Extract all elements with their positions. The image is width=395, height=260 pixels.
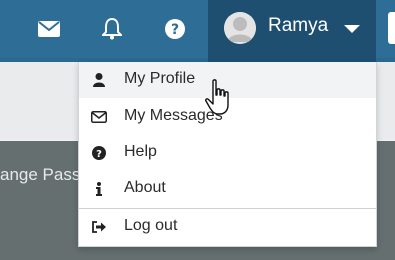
hand-pointer-cursor-icon — [205, 79, 233, 117]
user-icon — [91, 72, 107, 88]
menu-item-help[interactable]: ? Help — [79, 135, 376, 171]
envelope-outline-icon — [91, 109, 107, 125]
menu-item-label: My Profile — [124, 70, 196, 87]
menu-item-log-out[interactable]: Log out — [79, 209, 376, 245]
menu-item-label: About — [124, 179, 166, 196]
menu-item-about[interactable]: About — [79, 171, 376, 207]
svg-text:?: ? — [96, 149, 102, 160]
partial-input-box[interactable] — [388, 12, 395, 44]
user-menu-button[interactable]: Ramya — [208, 0, 376, 62]
sign-out-icon — [91, 219, 107, 235]
envelope-icon[interactable] — [37, 18, 61, 40]
info-icon — [91, 181, 107, 197]
menu-item-label: Log out — [124, 217, 178, 234]
username-label: Ramya — [268, 15, 329, 36]
bell-icon[interactable] — [100, 18, 124, 40]
avatar — [224, 12, 256, 44]
panel-text: ange Pass — [0, 165, 81, 184]
chevron-down-icon — [344, 25, 360, 33]
svg-text:?: ? — [171, 22, 179, 38]
question-circle-icon: ? — [91, 145, 107, 161]
menu-item-label: Help — [124, 143, 157, 160]
question-circle-icon[interactable]: ? — [163, 18, 187, 40]
